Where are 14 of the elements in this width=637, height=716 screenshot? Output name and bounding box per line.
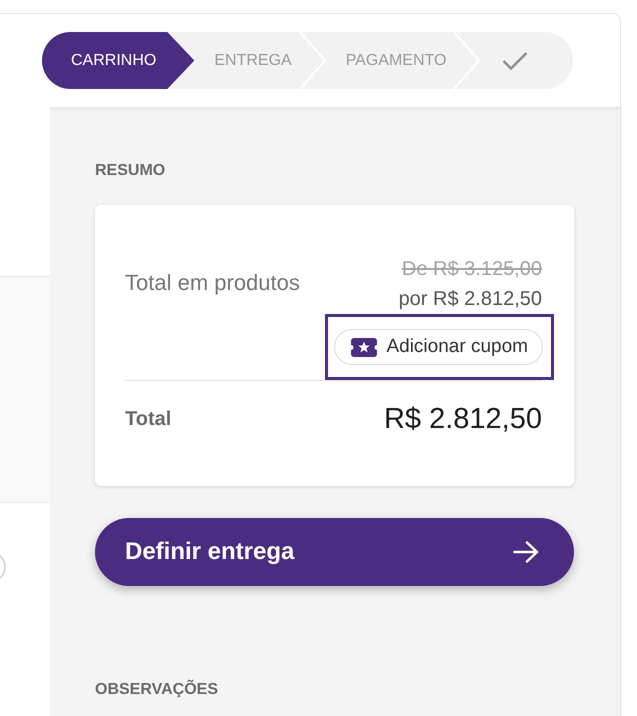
total-label: Total: [125, 407, 172, 432]
total-value: R$ 2.812,50: [384, 402, 542, 436]
arrow-right-icon: [513, 541, 539, 563]
products-label: Total em produtos: [125, 270, 300, 296]
coupon-button[interactable]: Adicionar cupom: [334, 329, 543, 365]
checkout-step: ENTREGA: [194, 32, 299, 89]
section-title: RESUMO: [95, 161, 166, 181]
ticket-star-icon: [351, 338, 378, 356]
original-price: De R$ 3.125,00: [402, 257, 542, 282]
section-title: OBSERVAÇÕES: [95, 680, 218, 700]
checkout-step: CARRINHO: [42, 32, 194, 89]
checkout-step: PAGAMENTO: [326, 32, 454, 89]
next-step-button[interactable]: Definir entrega: [95, 518, 574, 586]
discounted-price: por R$ 2.812,50: [398, 287, 542, 312]
